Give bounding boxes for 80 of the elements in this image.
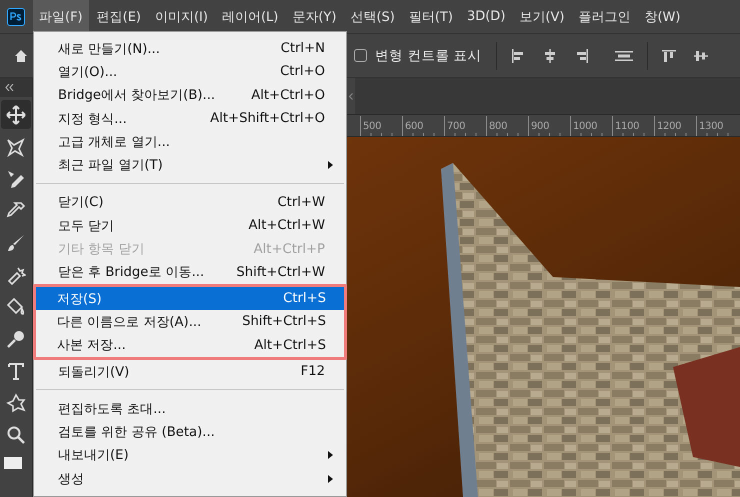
menu-item[interactable]: 최근 파일 열기(T): [34, 153, 346, 177]
collapse-icon[interactable]: [5, 84, 14, 91]
menu-item-label: 검토를 위한 공유 (Beta)...: [58, 424, 216, 442]
menu-item-label: 고급 개체로 열기...: [58, 134, 171, 151]
menu-item-label: 생성: [58, 470, 85, 488]
menu-item-label: Bridge에서 찾아보기(B)...: [58, 87, 216, 104]
menu-item[interactable]: 모두 닫기 Alt+Ctrl+W: [34, 214, 346, 238]
menu-bar-item[interactable]: 필터(T): [402, 0, 459, 33]
ruler-label: 1100: [615, 120, 640, 132]
menu-item-label: 닫기(C): [58, 194, 104, 212]
align-middle-icon[interactable]: [694, 48, 708, 62]
menu-item[interactable]: 닫은 후 Bridge로 이동... Shift+Ctrl+W: [34, 260, 346, 284]
menu-item[interactable]: 지정 형식... Alt+Shift+Ctrl+O: [34, 106, 346, 130]
home-icon[interactable]: [14, 48, 28, 62]
menu-bar-item[interactable]: 문자(Y): [286, 0, 342, 33]
align-center-icon[interactable]: [542, 48, 557, 62]
shortcut-label: F12: [300, 364, 325, 379]
menu-bar-item[interactable]: 선택(S): [344, 0, 401, 33]
menu-item[interactable]: 검토를 위한 공유 (Beta)...: [34, 420, 346, 444]
menu-item-label: 편집하도록 초대...: [58, 400, 167, 418]
menu-item-label: 되돌리기(V): [58, 364, 130, 380]
menu-item-label: 지정 형식...: [58, 110, 128, 128]
menu-item-label: 내보내기(E): [58, 447, 130, 464]
ruler-label: 1300: [699, 120, 724, 132]
menu-item[interactable]: 저장(S) Ctrl+S: [36, 286, 344, 310]
shortcut-label: Ctrl+N: [280, 41, 325, 56]
shortcut-label: Shift+Ctrl+S: [242, 314, 326, 330]
menu-bar-item[interactable]: 편집(E): [90, 0, 147, 33]
menu-item[interactable]: 편집하도록 초대...: [34, 397, 346, 420]
menu-item[interactable]: 새로 만들기(N)... Ctrl+N: [34, 37, 346, 60]
shortcut-label: Alt+Ctrl+O: [251, 88, 325, 103]
align-right-icon[interactable]: [574, 48, 589, 62]
panel-collapse-icon[interactable]: [349, 92, 353, 100]
ruler-label: 600: [405, 120, 424, 132]
distribute-icon[interactable]: [614, 48, 633, 62]
menu-bar-item[interactable]: 보기(V): [513, 0, 570, 33]
shortcut-label: Ctrl+O: [280, 64, 325, 80]
shortcut-label: Shift+Ctrl+W: [236, 264, 325, 280]
menu-item-label: 새로 만들기(N)...: [58, 40, 161, 58]
menu-item[interactable]: 사본 저장... Alt+Ctrl+S: [36, 334, 344, 357]
menu-bar-item[interactable]: 레이어(L): [216, 0, 284, 33]
ruler-label: 1200: [657, 120, 682, 132]
shortcut-label: Alt+Ctrl+W: [248, 218, 325, 234]
menu-item-label: 사본 저장...: [57, 337, 127, 354]
menu-bar-item[interactable]: 창(W): [638, 0, 686, 33]
shortcut-label: Alt+Ctrl+S: [254, 338, 326, 353]
align-top-icon[interactable]: [662, 48, 676, 62]
menu-item[interactable]: 열기(O)... Ctrl+O: [34, 60, 346, 84]
align-left-icon[interactable]: [510, 48, 525, 62]
ruler-label: 1000: [573, 120, 598, 132]
menu-item[interactable]: 생성: [34, 467, 346, 490]
ruler-label: 800: [489, 120, 508, 132]
menu-item-label: 닫은 후 Bridge로 이동...: [58, 264, 206, 282]
move-tool-icon[interactable]: [1, 100, 31, 129]
menu-item-label: 기타 항목 닫기: [58, 241, 146, 258]
ruler-label: 900: [531, 120, 550, 132]
menu-item[interactable]: 내보내기(E): [34, 444, 346, 468]
shortcut-label: Alt+Ctrl+P: [254, 242, 325, 257]
ruler-label: 500: [363, 120, 382, 132]
menu-item[interactable]: 닫기(C) Ctrl+W: [34, 190, 346, 214]
ruler-label: 700: [447, 120, 466, 132]
shortcut-label: Ctrl+W: [277, 194, 325, 210]
checkbox[interactable]: [354, 49, 367, 62]
shortcut-label: Alt+Shift+Ctrl+O: [210, 111, 325, 126]
menu-item[interactable]: 되돌리기(V) F12: [34, 360, 346, 384]
menu-item-label: 저장(S): [57, 290, 103, 308]
checkbox-label: 변형 컨트롤 표시: [375, 46, 482, 64]
shortcut-label: Ctrl+S: [283, 291, 326, 306]
menu-bar-item[interactable]: 파일(F): [33, 0, 89, 33]
app-logo-icon[interactable]: [7, 8, 25, 26]
menu-bar-item[interactable]: 3D(D): [460, 0, 512, 33]
menu-item[interactable]: 다른 이름으로 저장(A)... Shift+Ctrl+S: [36, 310, 344, 334]
menu-bar-item[interactable]: 이미지(I): [148, 0, 214, 33]
menu-item-label: 모두 닫기: [58, 218, 116, 235]
menu-item-label: 최근 파일 열기(T): [58, 157, 164, 174]
menu-item-label: 다른 이름으로 저장(A)...: [57, 314, 202, 331]
menu-item[interactable]: 고급 개체로 열기...: [34, 130, 346, 154]
menu-bar-item[interactable]: 플러그인: [572, 0, 636, 33]
menu-item-label: 열기(O)...: [58, 64, 118, 81]
color-swatch[interactable]: [4, 457, 22, 469]
